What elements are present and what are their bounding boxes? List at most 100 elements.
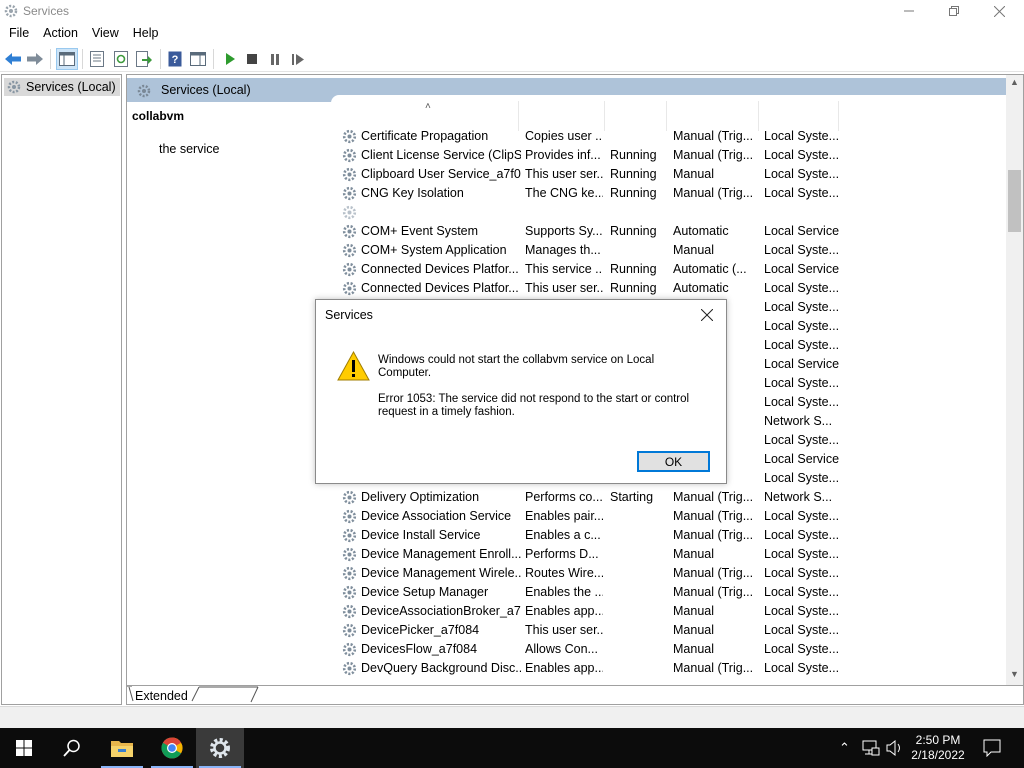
service-log-on-as: Local Service <box>764 224 840 238</box>
taskbar-clock[interactable]: 2:50 PM 2/18/2022 <box>908 733 968 763</box>
dialog-message: Windows could not start the collabvm ser… <box>378 354 655 379</box>
menu-action[interactable]: Action <box>36 22 85 44</box>
back-button[interactable] <box>2 48 24 70</box>
start-button[interactable] <box>0 728 48 768</box>
menu-help[interactable]: Help <box>126 22 166 44</box>
service-gear-icon <box>341 584 358 601</box>
scroll-down-icon[interactable]: ▼ <box>1010 669 1019 679</box>
show-hidden-icons-chevron[interactable]: ⌃ <box>839 740 850 756</box>
service-gear-icon <box>341 223 358 240</box>
service-row[interactable]: DevicesFlow_a7f084 Allows Con... Manual Loc… <box>341 640 981 659</box>
refresh-button[interactable] <box>110 48 132 70</box>
network-icon[interactable] <box>862 740 880 756</box>
service-row[interactable]: Delivery Optimization Performs co... Start… <box>341 488 981 507</box>
console-tree-icon <box>59 52 75 66</box>
search-button[interactable] <box>48 728 96 768</box>
service-row[interactable]: COM+ Event System Supports Sy... Running Au… <box>341 222 981 241</box>
show-hide-action-pane-button[interactable] <box>187 48 209 70</box>
service-startup-type: Manual <box>673 623 714 637</box>
scroll-up-icon[interactable]: ▲ <box>1010 77 1019 87</box>
vertical-scrollbar[interactable]: ▲ ▼ <box>1006 75 1023 685</box>
service-log-on-as: Local Syste... <box>764 585 840 599</box>
file-explorer-icon <box>111 741 133 757</box>
restart-service-button[interactable] <box>287 48 309 70</box>
show-hide-console-tree-button[interactable] <box>56 48 78 70</box>
service-description: Enables app... <box>525 604 603 618</box>
scrollbar-thumb[interactable] <box>1008 170 1021 232</box>
service-row[interactable]: CNG Key Isolation The CNG ke... Running Man… <box>341 184 981 203</box>
service-status: Running <box>610 148 657 162</box>
properties-button[interactable] <box>86 48 108 70</box>
service-log-on-as: Local Syste... <box>764 528 840 542</box>
close-window-button[interactable] <box>976 0 1022 22</box>
service-row[interactable]: DevQuery Background Disc... Enables app..… <box>341 659 981 678</box>
service-description: This user ser... <box>525 167 603 181</box>
service-name: Clipboard User Service_a7f0... <box>361 167 521 181</box>
service-gear-icon <box>341 128 358 145</box>
service-startup-type: Manual (Trig... <box>673 585 754 599</box>
service-name: Device Install Service <box>361 528 481 542</box>
selected-service-description: the service <box>159 142 220 156</box>
menu-bar: File Action View Help <box>0 22 1024 44</box>
service-name: Device Setup Manager <box>361 585 489 599</box>
service-row[interactable]: DeviceAssociationBroker_a7... Enables app… <box>341 602 981 621</box>
windows-start-icon <box>16 740 32 756</box>
minimize-button[interactable] <box>886 0 932 22</box>
service-row[interactable]: DevicePicker_a7f084 This user ser... Manua… <box>341 621 981 640</box>
menu-view[interactable]: View <box>85 22 126 44</box>
service-name: Certificate Propagation <box>361 129 489 143</box>
service-name: DevQuery Background Disc... <box>361 661 521 675</box>
service-row[interactable]: Device Setup Manager Enables the ... Manua… <box>341 583 981 602</box>
restore-button[interactable] <box>931 0 977 22</box>
service-startup-type: Manual (Trig... <box>673 528 754 542</box>
dialog-close-button[interactable] <box>692 302 722 328</box>
service-gear-icon <box>341 508 358 525</box>
service-description: This user ser... <box>525 281 603 295</box>
service-log-on-as: Local Syste... <box>764 509 840 523</box>
service-row[interactable]: Client License Service (ClipS... Provides… <box>341 146 981 165</box>
stop-service-button[interactable] <box>241 48 263 70</box>
chrome-taskbar-button[interactable] <box>148 728 196 768</box>
service-startup-type: Manual (Trig... <box>673 661 754 675</box>
forward-button[interactable] <box>24 48 46 70</box>
pane-title: Services (Local) <box>161 83 251 97</box>
tree-node-services-local[interactable]: Services (Local) <box>4 78 120 96</box>
tab-extended[interactable]: Extended <box>135 689 188 703</box>
service-row[interactable] <box>341 203 981 222</box>
service-gear-icon <box>341 622 358 639</box>
service-row[interactable]: Connected Devices Platfor... This user se… <box>341 279 981 298</box>
services-gear-icon <box>210 738 230 758</box>
ok-button[interactable]: OK <box>637 451 710 472</box>
service-log-on-as: Local Syste... <box>764 604 840 618</box>
service-row[interactable]: COM+ System Application Manages th... Manu… <box>341 241 981 260</box>
service-row[interactable]: Device Management Wirele... Routes Wire..… <box>341 564 981 583</box>
service-row[interactable]: Device Management Enroll... Performs D...… <box>341 545 981 564</box>
service-row[interactable]: Clipboard User Service_a7f0... This user … <box>341 165 981 184</box>
help-button[interactable]: ? <box>164 48 186 70</box>
service-description: This service ... <box>525 262 603 276</box>
volume-icon[interactable] <box>886 740 904 756</box>
service-description: This user ser... <box>525 623 603 637</box>
service-startup-type: Manual (Trig... <box>673 148 754 162</box>
pause-service-button[interactable] <box>264 48 286 70</box>
close-icon <box>701 309 713 321</box>
file-explorer-taskbar-button[interactable] <box>98 728 146 768</box>
tab-standard[interactable] <box>199 689 257 704</box>
notification-icon[interactable] <box>983 739 1001 757</box>
service-row[interactable]: Device Association Service Enables pair..… <box>341 507 981 526</box>
service-row[interactable]: Connected Devices Platfor... This service… <box>341 260 981 279</box>
service-gear-faded-icon <box>341 204 358 221</box>
export-list-button[interactable] <box>133 48 155 70</box>
services-taskbar-button[interactable] <box>196 728 244 768</box>
service-startup-type: Manual (Trig... <box>673 566 754 580</box>
start-service-button[interactable] <box>219 48 241 70</box>
clock-date: 2/18/2022 <box>911 748 965 762</box>
service-row[interactable]: Certificate Propagation Copies user ... Ma… <box>341 127 981 146</box>
service-name: Connected Devices Platfor... <box>361 281 519 295</box>
service-name: Client License Service (ClipS... <box>361 148 521 162</box>
sort-ascending-icon: ˄ <box>425 101 431 112</box>
service-row[interactable]: Device Install Service Enables a c... Manu… <box>341 526 981 545</box>
menu-file[interactable]: File <box>0 22 36 44</box>
service-name: COM+ System Application <box>361 243 507 257</box>
service-log-on-as: Local Syste... <box>764 281 840 295</box>
